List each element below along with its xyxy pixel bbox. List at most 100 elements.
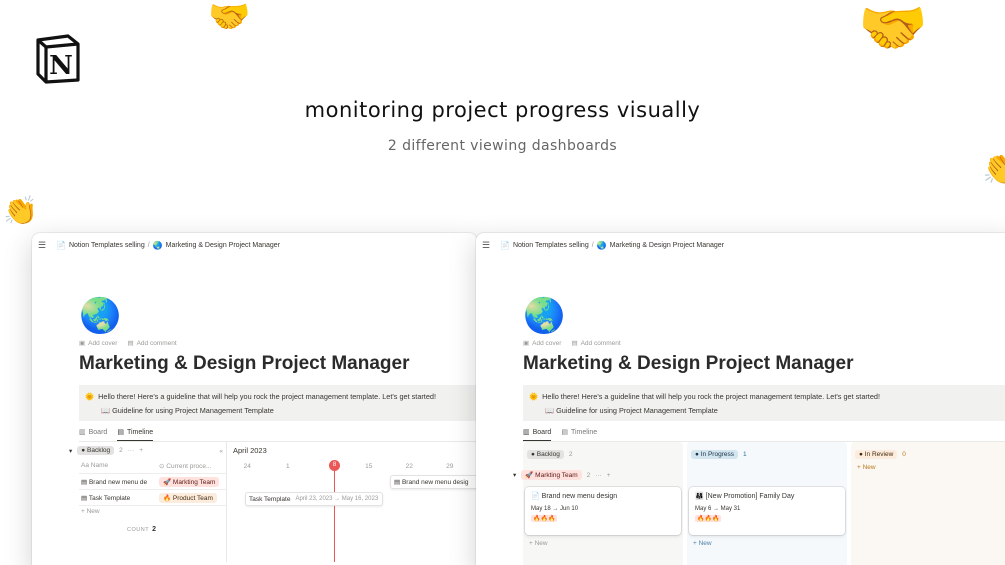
more-icon[interactable]: ··· xyxy=(595,472,602,479)
board-card[interactable]: 📄 Brand new menu design May 18 → Jun 10 … xyxy=(525,487,681,535)
card-title: Brand new menu design xyxy=(541,493,618,500)
column-header-name[interactable]: Aa Name xyxy=(79,460,159,473)
column-name-label: Name xyxy=(90,462,109,469)
priority-tag: 🔥🔥🔥 xyxy=(695,515,722,522)
column-header[interactable]: ● In Progress 1 xyxy=(691,447,747,461)
breadcrumb-page[interactable]: Marketing & Design Project Manager xyxy=(166,242,280,249)
add-icon[interactable]: + xyxy=(139,447,143,454)
family-icon: 👨‍👩‍👧 xyxy=(695,493,704,500)
globe-icon: 🌏 xyxy=(596,240,607,250)
page-icon-globe[interactable]: 🌏 xyxy=(523,299,1005,333)
row-name: Brand new menu de xyxy=(88,478,148,486)
column-label: In Review xyxy=(864,450,894,458)
timeline-view: ▾ ● Backlog 2 ··· + Aa Name ⊙ Current pr… xyxy=(69,442,477,562)
board-card[interactable]: 👨‍👩‍👧 [New Promotion] Family Day May 6 →… xyxy=(689,487,845,535)
add-cover-label: Add cover xyxy=(88,340,118,347)
board-icon: ▥ xyxy=(523,429,530,436)
breadcrumb-workspace[interactable]: Notion Templates selling xyxy=(513,242,589,249)
breadcrumb-page[interactable]: Marketing & Design Project Manager xyxy=(610,242,724,249)
day-label: 29 xyxy=(446,463,454,470)
callout-text: Hello there! Here's a guideline that wil… xyxy=(98,392,436,401)
add-comment-button[interactable]: ▤ Add comment xyxy=(571,339,620,347)
board-icon: ▥ xyxy=(79,429,86,436)
page-icon: ▤ xyxy=(394,479,401,486)
handshake-icon: 🤝 xyxy=(858,0,928,59)
bar-dates: April 23, 2023 → May 16, 2023 xyxy=(295,496,379,502)
add-comment-button[interactable]: ▤ Add comment xyxy=(127,339,176,347)
timeline-bar[interactable]: ▤ Brand new menu desig xyxy=(390,475,477,489)
column-header[interactable]: ● In Review 0 xyxy=(855,447,906,461)
add-cover-label: Add cover xyxy=(532,340,562,347)
card-dates: May 18 → Jun 10 xyxy=(531,506,579,512)
add-comment-label: Add comment xyxy=(136,340,177,347)
bar-label: Brand new menu desig xyxy=(401,478,469,486)
more-icon[interactable]: ··· xyxy=(128,447,135,454)
add-cover-button[interactable]: ▣ Add cover xyxy=(523,339,561,347)
guideline-link[interactable]: 📖 Guideline for using Project Management… xyxy=(529,406,1005,415)
group-count: 2 xyxy=(586,471,591,479)
team-tag: 🚀 Markting Team xyxy=(521,470,582,480)
new-card-button[interactable]: + New xyxy=(857,464,876,471)
day-label: 15 xyxy=(365,463,373,470)
view-tabs: ▥ Board ▤ Timeline xyxy=(523,428,1005,442)
view-tabs: ▥ Board ▤ Timeline xyxy=(79,428,477,442)
collapse-icon[interactable]: « xyxy=(219,446,223,455)
menu-icon[interactable]: ☰ xyxy=(38,240,48,251)
text-prop-icon: Aa xyxy=(81,462,89,469)
column-header-process[interactable]: ⊙ Current proce... xyxy=(159,460,211,473)
page-icon-globe[interactable]: 🌏 xyxy=(79,299,477,333)
column-process-label: Current proce... xyxy=(166,463,212,470)
new-card-button[interactable]: + New xyxy=(693,540,712,547)
tab-timeline[interactable]: ▤ Timeline xyxy=(561,428,597,441)
comment-icon: ▤ xyxy=(571,340,578,347)
day-label: 1 xyxy=(285,463,290,470)
timeline-days: 24 1 8 15 22 29 xyxy=(227,460,477,474)
logo-letter: N xyxy=(49,51,73,81)
comment-icon: ▤ xyxy=(127,340,134,347)
team-tag: 🔥 Product Team xyxy=(159,492,217,503)
menu-icon[interactable]: ☰ xyxy=(482,240,492,251)
notion-logo-icon: N xyxy=(36,34,80,84)
image-icon: ▣ xyxy=(79,340,86,347)
column-count: 0 xyxy=(902,450,906,458)
timeline-window: ☰ 📄 Notion Templates selling / 🌏 Marketi… xyxy=(32,233,477,565)
status-pill: ● In Progress xyxy=(691,449,738,459)
timeline-icon: ▤ xyxy=(561,429,568,436)
priority-tag: 🔥🔥🔥 xyxy=(531,515,558,522)
page-icon: ▤ xyxy=(81,478,88,486)
table-row[interactable]: ▤ Task Template 🔥 Product Team xyxy=(79,490,227,506)
subheadline: 2 different viewing dashboards xyxy=(387,138,618,154)
group-header-marketing[interactable]: ▾ 🚀 Markting Team 2 ··· + xyxy=(513,470,611,480)
timeline-month: April 2023 xyxy=(233,446,267,455)
image-icon: ▣ xyxy=(523,340,530,347)
page-icon: 📄 xyxy=(531,493,540,500)
clapping-hands-icon: 👏 xyxy=(3,195,38,226)
timeline-bar[interactable]: Task Template April 23, 2023 → May 16, 20… xyxy=(245,492,383,506)
group-count: 2 xyxy=(119,447,123,454)
callout: 🌞 Hello there! Here's a guideline that w… xyxy=(79,385,477,421)
group-header-backlog[interactable]: ▾ ● Backlog 2 ··· + xyxy=(69,446,143,455)
tab-board[interactable]: ▥ Board xyxy=(523,428,552,441)
page-title[interactable]: Marketing & Design Project Manager xyxy=(523,353,1005,375)
status-pill: ● Backlog xyxy=(77,446,115,455)
caret-down-icon[interactable]: ▾ xyxy=(513,471,516,479)
add-comment-label: Add comment xyxy=(580,340,621,347)
new-row-button[interactable]: + New xyxy=(81,508,100,515)
clapping-hands-icon: 👏 xyxy=(982,150,1005,186)
tab-board[interactable]: ▥ Board xyxy=(79,428,107,441)
column-header[interactable]: ● Backlog 2 xyxy=(527,447,572,461)
breadcrumb-separator: / xyxy=(147,241,150,249)
new-card-button[interactable]: + New xyxy=(529,540,548,547)
table-row[interactable]: ▤ Brand new menu de 🚀 Markting Team xyxy=(79,474,227,490)
page-title[interactable]: Marketing & Design Project Manager xyxy=(79,353,477,375)
caret-down-icon[interactable]: ▾ xyxy=(69,447,72,455)
today-line xyxy=(334,471,335,562)
add-icon[interactable]: + xyxy=(607,472,611,479)
breadcrumb: ☰ 📄 Notion Templates selling / 🌏 Marketi… xyxy=(32,234,477,256)
breadcrumb-workspace[interactable]: Notion Templates selling xyxy=(69,242,145,249)
guideline-link[interactable]: 📖 Guideline for using Project Management… xyxy=(85,406,467,415)
today-marker: 8 xyxy=(329,460,340,471)
tab-timeline[interactable]: ▤ Timeline xyxy=(117,428,154,441)
tab-board-label: Board xyxy=(88,429,108,436)
add-cover-button[interactable]: ▣ Add cover xyxy=(79,339,117,347)
